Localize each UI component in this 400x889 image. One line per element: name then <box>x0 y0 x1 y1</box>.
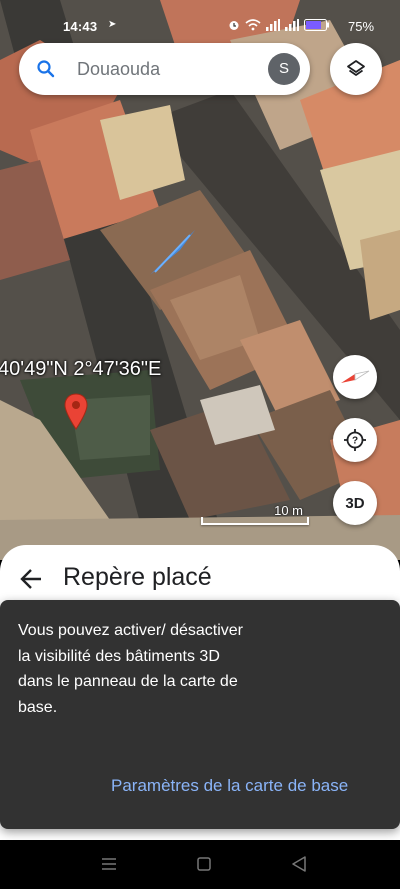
scale-line <box>201 517 309 525</box>
avatar[interactable]: S <box>268 53 300 85</box>
scale-label: 10 m <box>274 503 303 518</box>
status-bar: 14:43 ➤ 75% <box>0 0 400 40</box>
system-navigation-bar <box>0 840 400 889</box>
search-input[interactable]: Douaouda <box>77 59 160 80</box>
home-icon[interactable] <box>197 857 211 871</box>
layers-button[interactable] <box>330 43 382 95</box>
snackbar-message: Vous pouvez activer/ désactiver la visib… <box>18 622 244 716</box>
compass-icon <box>341 370 370 383</box>
search-bar[interactable]: Douaouda S <box>19 43 310 95</box>
wifi-icon <box>245 19 261 31</box>
location-unknown-icon: ? <box>344 429 366 451</box>
sheet-title: Repère placé <box>63 563 212 591</box>
alarm-icon <box>229 21 239 30</box>
svg-text:?: ? <box>352 436 358 447</box>
snackbar: Vous pouvez activer/ désactiver la visib… <box>0 600 400 829</box>
layers-icon <box>347 60 365 76</box>
navigation-icon: ➤ <box>108 19 117 30</box>
signal-icon <box>285 19 299 31</box>
3d-toggle-button[interactable]: 3D <box>333 481 377 525</box>
scale-bar: 10 m <box>201 503 309 525</box>
compass-button[interactable] <box>333 355 377 399</box>
my-location-button[interactable]: ? <box>333 418 377 462</box>
status-icons <box>228 19 330 31</box>
dropped-pin-coordinates: 40'49"N 2°47'36"E <box>0 358 162 380</box>
status-time: 14:43 <box>63 19 98 34</box>
battery-percent: 75% <box>348 19 375 34</box>
battery-icon <box>304 19 329 31</box>
basemap-settings-button[interactable]: Paramètres de la carte de base <box>111 776 348 796</box>
recent-apps-icon[interactable] <box>101 857 117 871</box>
back-arrow-icon[interactable] <box>18 565 46 593</box>
back-icon[interactable] <box>292 856 306 872</box>
signal-icon <box>266 19 280 31</box>
map-pin-icon[interactable] <box>64 393 88 431</box>
search-icon <box>37 60 55 78</box>
